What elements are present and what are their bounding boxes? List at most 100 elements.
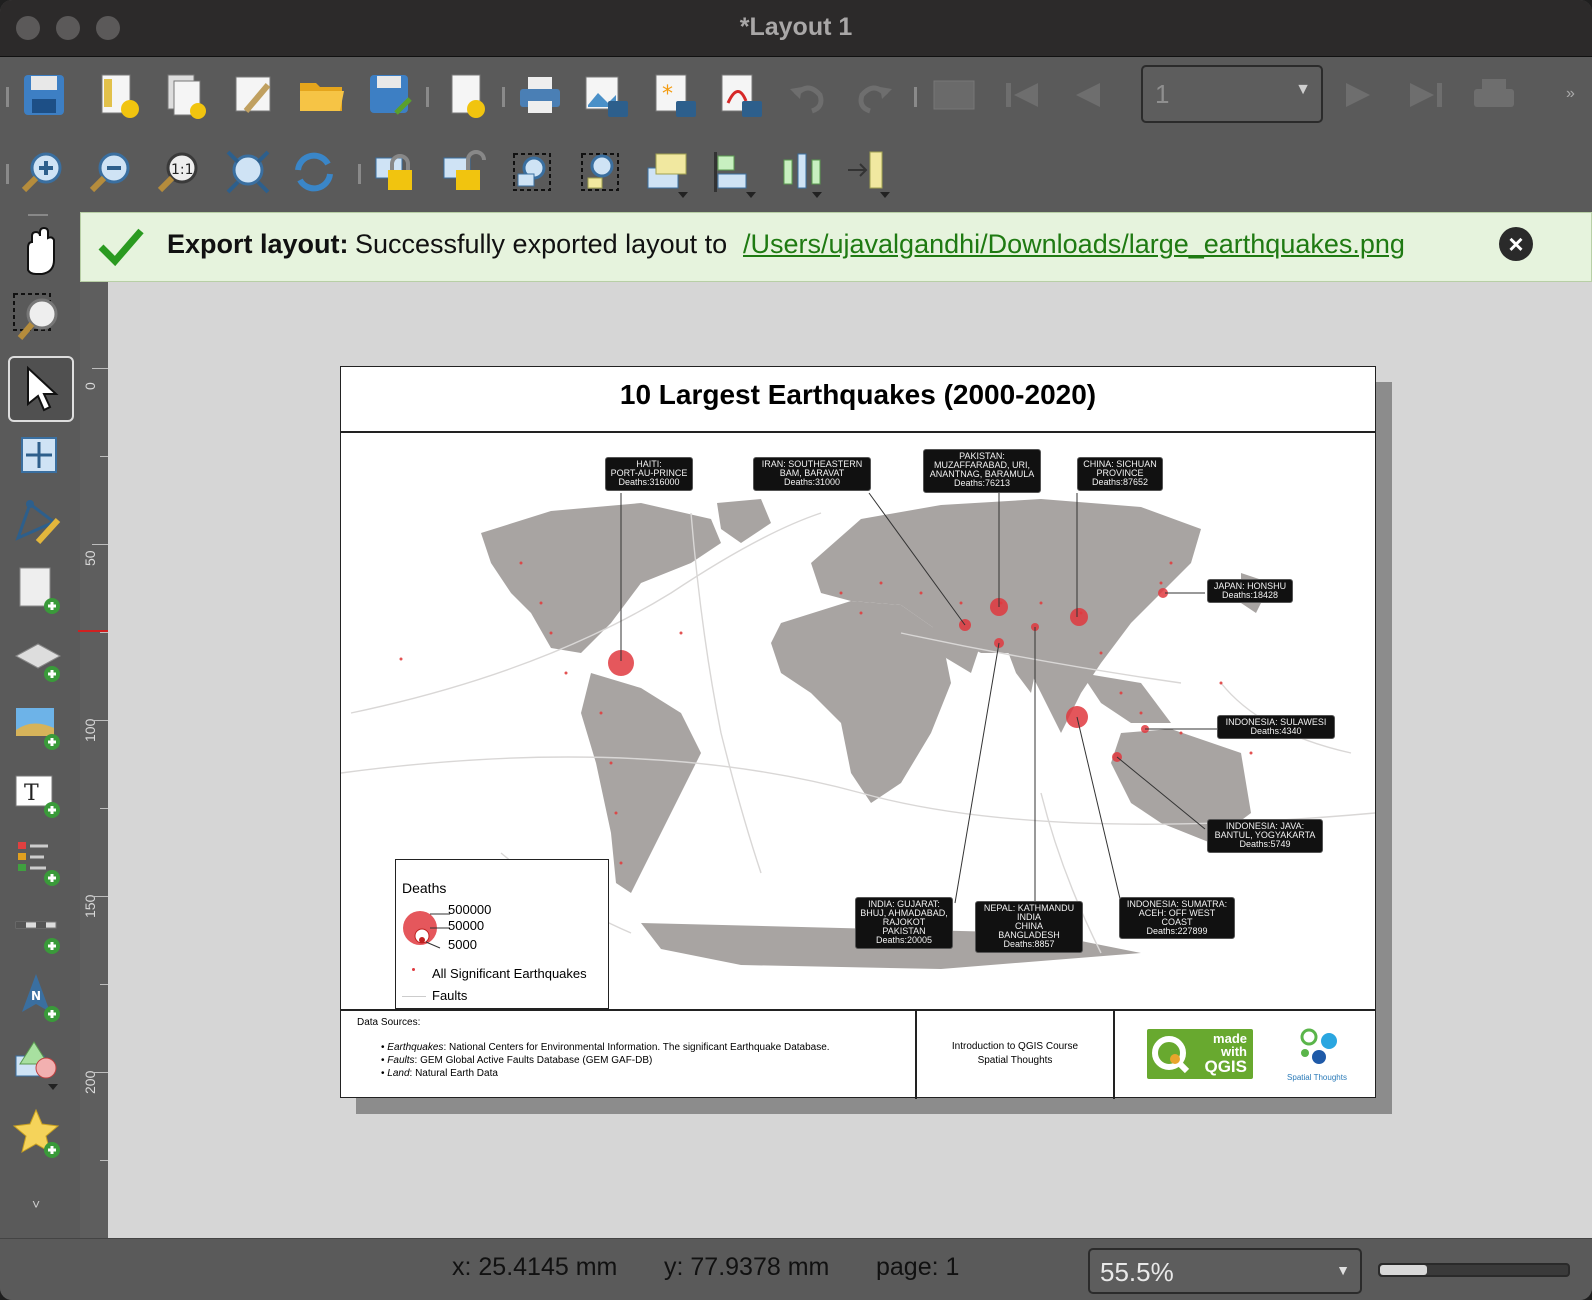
callout-sulawesi[interactable]: INDONESIA: SULAWESI Deaths:4340 <box>1217 715 1335 739</box>
redo-icon[interactable] <box>846 67 902 123</box>
layout-page[interactable]: 10 Largest Earthquakes (2000-2020) HAITI… <box>340 366 1376 1099</box>
toolbar-overflow-icon[interactable]: » <box>1566 85 1575 103</box>
lock-items-icon[interactable] <box>370 144 426 200</box>
callout-japan[interactable]: JAPAN: HONSHU Deaths:18428 <box>1207 579 1293 603</box>
status-bar: x: 25.4145 mm y: 77.9378 mm page: 1 55.5… <box>0 1238 1592 1300</box>
map-title: 10 Largest Earthquakes (2000-2020) <box>619 379 1097 410</box>
title-bar: *Layout 1 <box>0 0 1592 57</box>
zoom-combobox[interactable]: 55.5% ▼ <box>1088 1248 1362 1294</box>
add-3d-map-icon[interactable] <box>8 628 70 690</box>
add-scalebar-icon[interactable] <box>8 900 70 962</box>
svg-text:*: * <box>662 82 673 107</box>
callout-pakistan[interactable]: PAKISTAN: MUZAFFARABAD, URI, ANANTNAG, BAR… <box>923 449 1041 493</box>
quake-china <box>1070 608 1088 626</box>
callout-sumatra[interactable]: INDONESIA: SUMATRA: ACEH: OFF WEST COAST De… <box>1119 897 1235 939</box>
next-feature-icon[interactable] <box>1330 67 1386 123</box>
callout-iran[interactable]: IRAN: SOUTHEASTERN BAM, BARAVAT Deaths:310… <box>753 457 871 491</box>
add-north-arrow-icon[interactable]: N <box>8 968 70 1030</box>
open-folder-icon[interactable] <box>294 67 350 123</box>
edit-nodes-icon[interactable] <box>8 492 70 554</box>
chevron-down-icon: ▼ <box>1295 81 1311 98</box>
undo-icon[interactable] <box>780 67 836 123</box>
atlas-print-icon[interactable] <box>1466 67 1522 123</box>
save-icon[interactable] <box>16 67 72 123</box>
course-line-1: Introduction to QGIS Course <box>951 1041 1079 1052</box>
legend-size-label: 500000 <box>448 902 492 917</box>
course-line-2: Spatial Thoughts <box>977 1055 1053 1066</box>
first-feature-icon[interactable] <box>994 67 1050 123</box>
ruler-label: 200 <box>82 1070 98 1094</box>
export-svg-icon[interactable]: * <box>646 67 702 123</box>
map-item[interactable]: HAITI: PORT-AU-PRINCE Deaths:316000 IRAN: … <box>341 433 1375 1009</box>
callout-india[interactable]: INDIA: GUJARAT: BHUJ, AHMADABAD, RAJOKOT PA… <box>855 897 953 949</box>
new-layout-icon[interactable] <box>90 67 146 123</box>
add-picture-icon[interactable] <box>8 696 70 758</box>
legend-point-symbol <box>412 968 415 971</box>
zoom-100-icon[interactable]: 1:1 <box>152 144 208 200</box>
atlas-preview-icon[interactable] <box>926 67 982 123</box>
export-path-link[interactable]: /Users/ujavalgandhi/Downloads/large_eart… <box>743 229 1405 260</box>
zoom-out-icon[interactable] <box>84 144 140 200</box>
raise-items-icon[interactable] <box>640 144 696 200</box>
layout-window: *Layout 1 * 1 ▼ » 1:1 T N ˅ Export layou… <box>0 0 1592 1300</box>
title-frame[interactable]: 10 Largest Earthquakes (2000-2020) <box>341 367 1375 433</box>
ruler-label: 150 <box>82 894 98 918</box>
page-select-value: 1 <box>1155 79 1170 109</box>
select-move-icon[interactable] <box>8 356 74 422</box>
svg-text:T: T <box>24 781 39 806</box>
zoom-slider[interactable] <box>1378 1263 1570 1277</box>
message-title: Export layout: <box>167 229 349 259</box>
add-page-icon[interactable] <box>440 67 496 123</box>
align-items-icon[interactable] <box>706 144 762 200</box>
callout-nepal[interactable]: NEPAL: KATHMANDU INDIA CHINA BANGLADESH Deat… <box>975 901 1083 953</box>
callout-china[interactable]: CHINA: SICHUAN PROVINCE Deaths:87652 <box>1077 457 1163 491</box>
move-content-icon[interactable] <box>8 424 70 486</box>
add-map-icon[interactable] <box>8 560 70 622</box>
save-as-template-icon[interactable] <box>362 67 418 123</box>
layout-manager-icon[interactable] <box>226 67 282 123</box>
group-items-icon[interactable] <box>504 144 560 200</box>
resize-items-icon[interactable] <box>840 144 896 200</box>
course-box[interactable]: Introduction to QGIS Course Spatial Thou… <box>917 1011 1115 1099</box>
export-image-icon[interactable] <box>578 67 634 123</box>
callout-haiti[interactable]: HAITI: PORT-AU-PRINCE Deaths:316000 <box>605 457 693 491</box>
close-icon[interactable]: × <box>1499 227 1533 261</box>
check-icon <box>98 228 144 267</box>
add-marker-icon[interactable] <box>8 1104 70 1166</box>
unlock-items-icon[interactable] <box>438 144 494 200</box>
refresh-icon[interactable] <box>286 144 342 200</box>
add-shape-icon[interactable] <box>8 1036 70 1098</box>
legend-faults-label: Faults <box>432 988 468 1003</box>
pan-icon[interactable] <box>8 220 70 282</box>
svg-text:1:1: 1:1 <box>171 162 194 178</box>
ungroup-items-icon[interactable] <box>572 144 628 200</box>
window-title: *Layout 1 <box>739 13 853 41</box>
distribute-items-icon[interactable] <box>774 144 830 200</box>
add-legend-icon[interactable] <box>8 832 70 894</box>
message-text: Successfully exported layout to <box>355 229 728 259</box>
toolbar-row-2: 1:1 <box>0 134 1592 210</box>
last-feature-icon[interactable] <box>1398 67 1454 123</box>
zoom-slider-handle[interactable] <box>1380 1265 1427 1275</box>
zoom-tool-icon[interactable] <box>8 288 70 350</box>
zoom-full-icon[interactable] <box>220 144 276 200</box>
cursor-position-marker <box>78 630 108 632</box>
legend-item[interactable]: Deaths 500000 50000 5000 All Significant… <box>395 859 609 1009</box>
legend-title: Deaths <box>402 880 447 896</box>
print-icon[interactable] <box>512 67 568 123</box>
duplicate-layout-icon[interactable] <box>158 67 214 123</box>
legend-size-label: 5000 <box>448 937 477 952</box>
toolbar-row-1: * 1 ▼ » <box>0 57 1592 133</box>
previous-feature-icon[interactable] <box>1060 67 1116 123</box>
message-bar: Export layout: Successfully exported lay… <box>80 212 1592 282</box>
callout-java[interactable]: INDONESIA: JAVA: BANTUL, YOGYAKARTA Deaths… <box>1207 819 1323 853</box>
add-label-icon[interactable]: T <box>8 764 70 826</box>
zoom-in-icon[interactable] <box>16 144 72 200</box>
cursor-y-readout: y: 77.9378 mm <box>664 1253 830 1281</box>
footer-frame: Data Sources: • Earthquakes: National Ce… <box>341 1009 1375 1099</box>
export-pdf-icon[interactable] <box>712 67 768 123</box>
page-select[interactable]: 1 ▼ <box>1141 65 1323 123</box>
data-sources-box[interactable]: Data Sources: • Earthquakes: National Ce… <box>341 1011 917 1099</box>
toolbox-expand-icon[interactable]: ˅ <box>32 1196 40 1212</box>
logos-box[interactable]: made with QGIS Spatial Thoughts <box>1115 1011 1375 1099</box>
